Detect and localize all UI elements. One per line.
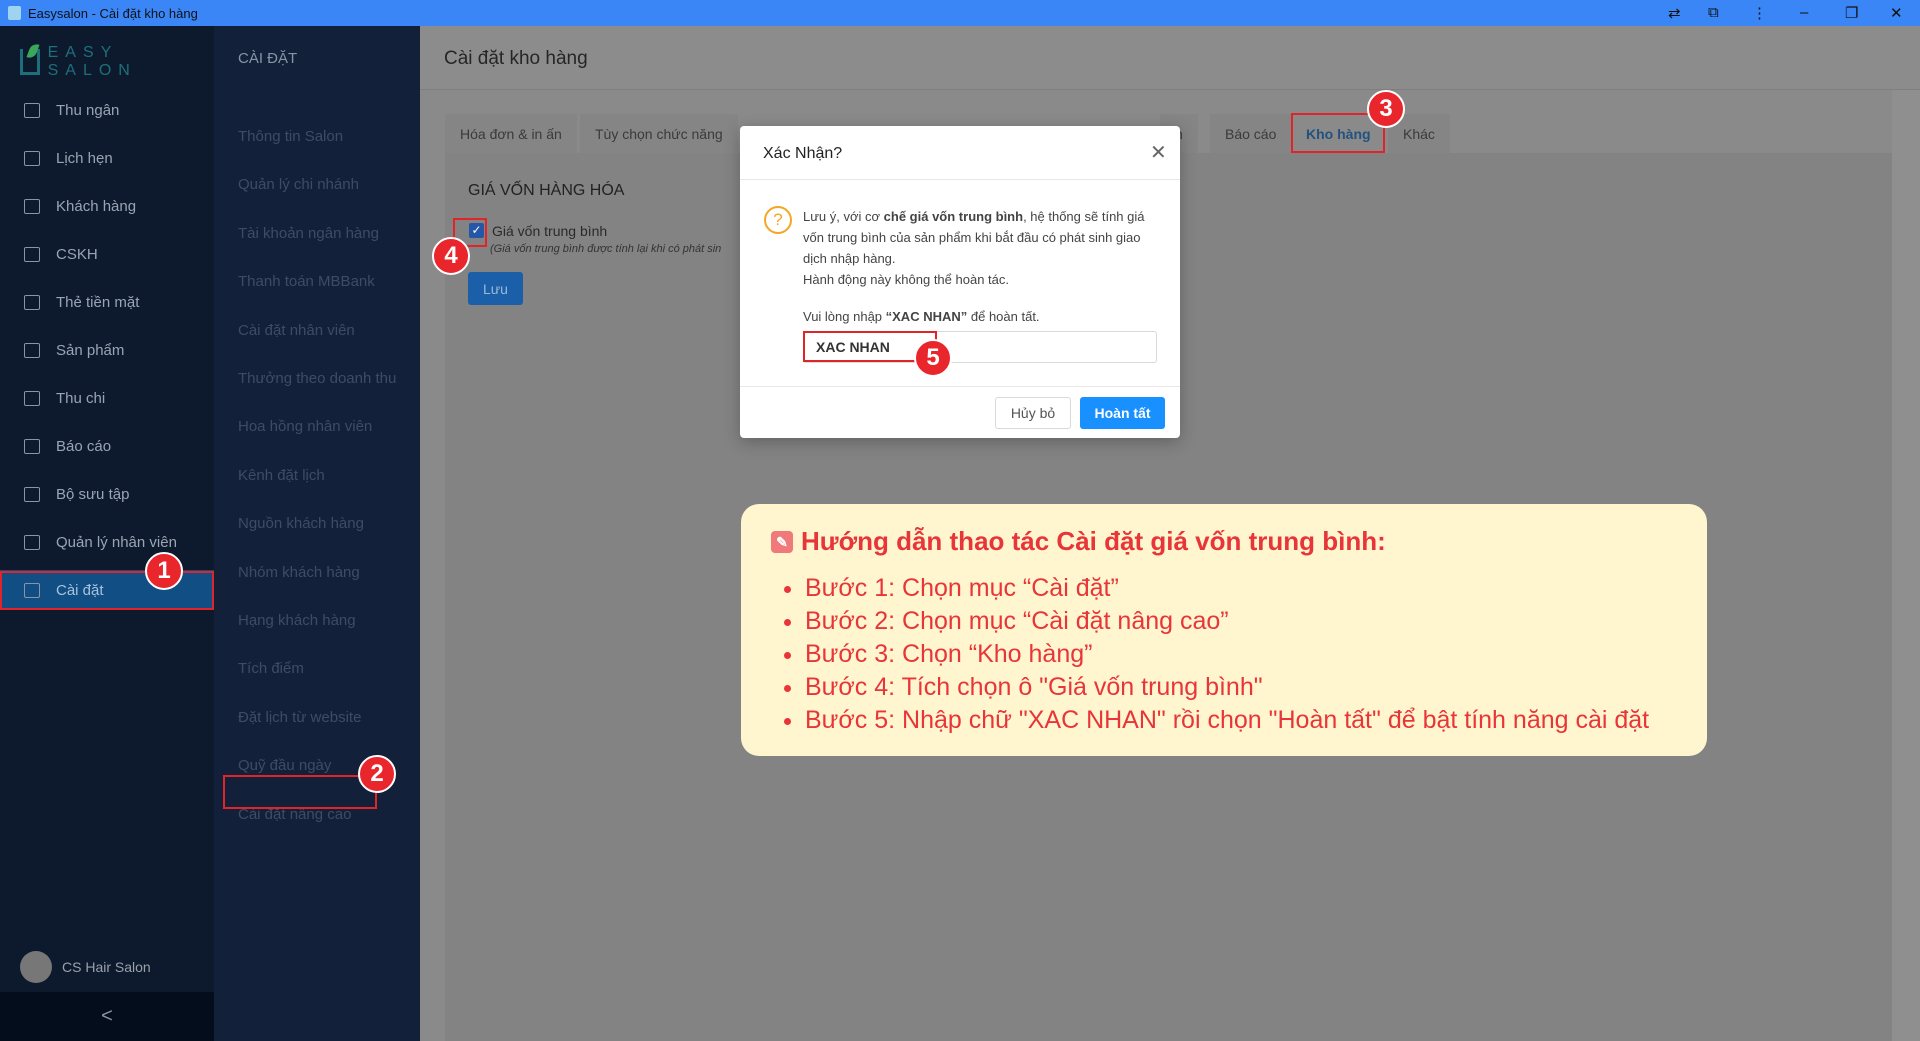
section-title: GIÁ VỐN HÀNG HÓA [468, 182, 625, 199]
cancel-button[interactable]: Hủy bỏ [995, 397, 1071, 429]
settings-menu-item[interactable]: Quỹ đầu ngày [238, 757, 331, 774]
translate-icon[interactable]: ⇄ [1668, 4, 1681, 22]
settings-menu-item[interactable]: Thanh toán MBBank [238, 273, 375, 290]
step-badge-5: 5 [914, 339, 952, 377]
product-icon [24, 342, 40, 358]
instruction-step: Bước 4: Tích chọn ô "Giá vốn trung bình" [805, 671, 1649, 704]
close-icon[interactable]: ✕ [1150, 140, 1167, 165]
sidebar-item[interactable]: CSKH [0, 234, 214, 274]
settings-menu-item[interactable]: Kênh đặt lịch [238, 467, 325, 484]
settings-menu-item[interactable]: Nhóm khách hàng [238, 564, 360, 581]
calendar-icon [24, 150, 40, 166]
settings-menu-item[interactable]: Hoa hồng nhân viên [238, 418, 372, 435]
sidebar-item-label: CSKH [56, 245, 98, 263]
step-badge-3: 3 [1367, 90, 1405, 128]
settings-menu-item[interactable]: Cài đặt nhân viên [238, 322, 355, 339]
dialog-footer-divider [740, 386, 1180, 387]
settings-menu-item[interactable]: Nguồn khách hàng [238, 515, 364, 532]
instruction-step: Bước 5: Nhập chữ "XAC NHAN" rồi chọn "Ho… [805, 704, 1649, 737]
minimize-icon[interactable]: – [1800, 4, 1808, 21]
main-sidebar: EASY SALON Thu ngân Lịch hẹn Khách hàng CSK… [0, 26, 214, 1041]
chart-icon [24, 438, 40, 454]
title-bar: Easysalon - Cài đặt kho hàng ⇄ ⧉ ⋮ – ❐ ✕ [0, 0, 1920, 26]
card-icon [24, 294, 40, 310]
scrollbar[interactable] [1892, 90, 1920, 1041]
sidebar-item[interactable]: Thẻ tiền mặt [0, 282, 214, 322]
settings-menu-title: CÀI ĐẶT [238, 50, 298, 67]
instruction-title: ✎ Hướng dẫn thao tác Cài đặt giá vốn trun… [771, 526, 1386, 557]
sidebar-item[interactable]: Sản phẩm [0, 330, 214, 370]
instruction-step: Bước 3: Chọn “Kho hàng” [805, 638, 1649, 671]
settings-menu-item[interactable]: Quản lý chi nhánh [238, 176, 359, 193]
sidebar-item-label: Quản lý nhân viên [56, 533, 177, 551]
settings-menu-item[interactable]: Thông tin Salon [238, 128, 343, 145]
instruction-step: Bước 2: Chọn mục “Cài đặt nâng cao” [805, 605, 1649, 638]
instruction-steps: Bước 1: Chọn mục “Cài đặt”Bước 2: Chọn m… [805, 572, 1649, 737]
page-header: Cài đặt kho hàng [420, 26, 1920, 90]
sidebar-item-label: Báo cáo [56, 437, 112, 455]
cashier-icon [24, 102, 40, 118]
checkbox-label: Giá vốn trung bình [492, 223, 608, 239]
sidebar-item-label: Khách hàng [56, 197, 137, 215]
step-badge-2: 2 [358, 755, 396, 793]
sidebar-item-label: Bộ sưu tập [56, 485, 130, 503]
sidebar-item-label: Lịch hẹn [56, 149, 113, 167]
logo-text: EASY SALON [47, 44, 137, 79]
sidebar-item-label: Sản phẩm [56, 341, 125, 359]
customer-care-icon [24, 246, 40, 262]
question-icon: ? [764, 206, 792, 234]
annotation-box-2 [223, 775, 377, 809]
extension-icon[interactable]: ⧉ [1708, 4, 1719, 21]
complete-button[interactable]: Hoàn tất [1080, 397, 1165, 429]
note-edit-icon: ✎ [771, 530, 793, 553]
settings-sidebar: CÀI ĐẶT Thông tin Salon Quản lý chi nhánh… [214, 26, 420, 1041]
sidebar-item[interactable]: Bộ sưu tập [0, 474, 214, 514]
instruction-step: Bước 1: Chọn mục “Cài đặt” [805, 572, 1649, 605]
ledger-icon [24, 390, 40, 406]
confirm-dialog: Xác Nhận? ✕ ? Lưu ý, với cơ chế giá vốn … [740, 126, 1180, 438]
collapse-sidebar-button[interactable]: < [0, 992, 214, 1041]
sidebar-item[interactable]: Thu chi [0, 378, 214, 418]
logo-icon [20, 49, 40, 75]
settings-menu-item[interactable]: Thưởng theo doanh thu [238, 370, 396, 387]
user-name: CS Hair Salon [62, 959, 151, 975]
dialog-message: Lưu ý, với cơ chế giá vốn trung bình, hệ… [803, 209, 1145, 287]
window-title: Easysalon - Cài đặt kho hàng [28, 6, 198, 21]
sidebar-item-label: Thu ngân [56, 101, 120, 119]
sidebar-item[interactable]: Lịch hẹn [0, 138, 214, 178]
staff-icon [24, 534, 40, 550]
dialog-prompt: Vui lòng nhập “XAC NHAN” để hoàn tất. [803, 309, 1040, 324]
app-icon [8, 6, 21, 20]
sidebar-item[interactable]: Báo cáo [0, 426, 214, 466]
checkbox-note: (Giá vốn trung bình được tính lại khi có… [490, 243, 722, 255]
sidebar-item[interactable]: Quản lý nhân viên [0, 522, 214, 562]
settings-menu-item[interactable]: Tích điểm [238, 660, 304, 677]
sidebar-item[interactable]: Khách hàng [0, 186, 214, 226]
restore-icon[interactable]: ❐ [1845, 4, 1858, 22]
settings-menu-item[interactable]: Tài khoản ngân hàng [238, 225, 379, 242]
settings-menu-item[interactable]: Đặt lịch từ website [238, 709, 361, 726]
instruction-box: ✎ Hướng dẫn thao tác Cài đặt giá vốn trun… [741, 504, 1707, 756]
more-icon[interactable]: ⋮ [1752, 4, 1767, 22]
logo: EASY SALON [20, 44, 214, 80]
close-icon[interactable]: ✕ [1890, 4, 1903, 22]
page-title: Cài đặt kho hàng [444, 48, 588, 69]
tab[interactable]: Hóa đơn & in ấn [445, 114, 577, 153]
sidebar-item-label: Thẻ tiền mặt [56, 293, 140, 311]
tab[interactable]: Báo cáo [1210, 114, 1292, 153]
sidebar-item[interactable]: Thu ngân [0, 90, 214, 130]
sidebar-item-label: Thu chi [56, 389, 106, 407]
avatar[interactable] [20, 951, 52, 983]
dialog-title: Xác Nhận? [763, 145, 843, 162]
step-badge-4: 4 [432, 237, 470, 275]
customers-icon [24, 198, 40, 214]
tab[interactable]: Tùy chọn chức năng [580, 114, 738, 153]
settings-menu-item[interactable]: Hạng khách hàng [238, 612, 356, 629]
save-button[interactable]: Lưu [468, 272, 523, 305]
gallery-icon [24, 486, 40, 502]
step-badge-1: 1 [145, 552, 183, 590]
